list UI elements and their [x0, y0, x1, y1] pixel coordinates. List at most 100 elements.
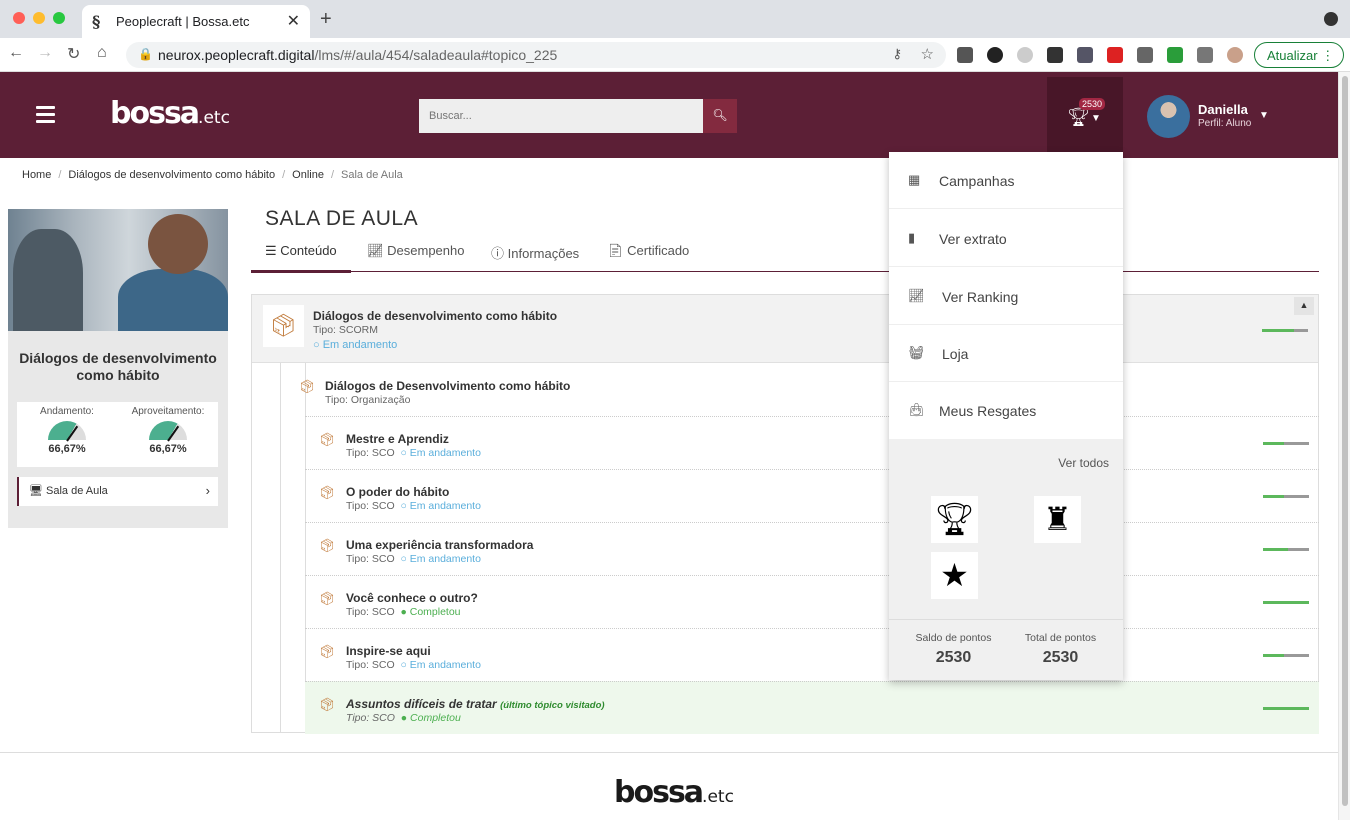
progress-bar: [1263, 442, 1309, 445]
scrollbar[interactable]: [1338, 72, 1350, 820]
user-role: Perfil: Aluno: [1198, 118, 1252, 129]
browser-tab-bar: § Peoplecraft | Bossa.etc ✕ +: [0, 0, 1350, 38]
certificate-icon: 📄︎: [607, 243, 624, 258]
reload-icon[interactable]: ↻: [67, 44, 80, 64]
breadcrumb-course[interactable]: Diálogos de desenvolvimento como hábito: [68, 169, 275, 181]
address-bar-row: ← → ↻ ⌂ 🔒 neurox.peoplecraft.digital/lms…: [0, 38, 1350, 72]
menu-item-ranking[interactable]: 📈︎ Ver Ranking: [889, 268, 1123, 325]
badges-panel: Ver todos 🏆︎ ♜ ★ Saldo de pontos 2530 To…: [889, 439, 1123, 680]
total-value: 2530: [1042, 649, 1079, 666]
extension-icon[interactable]: [1137, 47, 1153, 63]
course-stats: Andamento: 66,67% Aproveitamento: 66,67%: [17, 402, 218, 467]
back-icon[interactable]: ←: [8, 44, 24, 62]
footer: bossa.etc: [0, 752, 1338, 820]
shopping-bag-icon: 👜︎: [908, 402, 925, 417]
tree-item-row[interactable]: 📦︎ Inspire-se aqui Tipo: SCO ○ Em andament…: [305, 628, 1319, 681]
chevron-up-icon: ▲: [1299, 300, 1309, 310]
search-input[interactable]: [419, 99, 703, 133]
home-icon[interactable]: ⌂: [97, 44, 107, 62]
browser-profile-icon[interactable]: [1324, 12, 1338, 26]
progress-gauge-icon: [48, 421, 86, 440]
avatar-icon[interactable]: [1227, 47, 1243, 63]
cube-icon: 📦︎: [319, 485, 336, 500]
close-tab-icon[interactable]: ✕: [287, 11, 300, 31]
extension-icon[interactable]: [987, 47, 1003, 63]
logo[interactable]: bossa.etc: [110, 96, 230, 131]
content-tabs: ☰ Conteúdo 📈︎ Desempenho ⓘ Informações 📄…: [251, 240, 1319, 273]
tab-performance[interactable]: 📈︎ Desempenho: [367, 243, 464, 259]
menu-item-store[interactable]: 🧺︎ Loja: [889, 325, 1123, 382]
update-button[interactable]: Atualizar ⋮: [1254, 42, 1344, 68]
tree-item-row[interactable]: 📦︎ O poder do hábito Tipo: SCO ○ Em andame…: [305, 469, 1319, 522]
breadcrumb-home[interactable]: Home: [22, 169, 51, 181]
file-icon: ▮: [908, 230, 916, 245]
star-trophy-icon[interactable]: ♜: [1034, 496, 1081, 543]
breadcrumb-online[interactable]: Online: [292, 169, 324, 181]
collapse-button[interactable]: ▲: [1294, 297, 1314, 315]
score-stat: Aproveitamento: 66,67%: [131, 406, 205, 455]
tree-item-row[interactable]: 📦︎ Mestre e Aprendiz Tipo: SCO ○ Em andame…: [305, 416, 1319, 469]
browser-tab[interactable]: § Peoplecraft | Bossa.etc ✕: [82, 5, 310, 38]
tree-org-row[interactable]: 📦︎ Diálogos de Desenvolvimento como hábi…: [281, 363, 1318, 416]
caret-down-icon[interactable]: ▼: [1259, 110, 1269, 121]
points-menu-toggle[interactable]: 🏆︎ 2530 ▼: [1047, 77, 1123, 158]
progress-bar: [1263, 707, 1309, 710]
info-icon: ⓘ: [491, 246, 505, 261]
tree-item-row[interactable]: 📦︎ Uma experiência transformadora Tipo: SC…: [305, 522, 1319, 575]
star-icon[interactable]: ★: [931, 552, 978, 599]
extension-icon[interactable]: [957, 47, 973, 63]
maximize-window-button[interactable]: [53, 12, 65, 24]
forward-icon[interactable]: →: [37, 44, 53, 62]
course-title: Diálogos de desenvolvimento como hábito: [19, 350, 217, 383]
extension-icon[interactable]: [1047, 47, 1063, 63]
url-field[interactable]: 🔒 neurox.peoplecraft.digital/lms/#/aula/…: [126, 42, 946, 68]
minimize-window-button[interactable]: [33, 12, 45, 24]
new-tab-icon[interactable]: +: [320, 8, 332, 31]
tree-item-row[interactable]: 📦︎ Você conhece o outro? Tipo: SCO ● Compl…: [305, 575, 1319, 628]
bookmark-star-icon[interactable]: ☆: [921, 45, 934, 63]
cube-icon: 📦︎: [299, 379, 316, 394]
extension-icon[interactable]: [1077, 47, 1093, 63]
trophy-icon: 🏆︎: [1067, 107, 1090, 127]
basket-icon: 🧺︎: [908, 345, 925, 360]
grid-icon: ▦: [908, 172, 921, 187]
tree-root-row[interactable]: 📦︎ Diálogos de desenvolvimento como hábi…: [252, 295, 1318, 363]
caret-down-icon: ▼: [1091, 113, 1101, 124]
tab-content[interactable]: ☰ Conteúdo: [251, 243, 351, 273]
download-icon[interactable]: [1167, 47, 1183, 63]
user-name[interactable]: Daniella: [1198, 102, 1248, 117]
cube-icon: 📦︎: [319, 432, 336, 447]
breadcrumb: Home / Diálogos de desenvolvimento como há…: [22, 169, 403, 181]
search-button[interactable]: 🔍︎: [703, 99, 737, 133]
progress-bar: [1263, 654, 1309, 657]
tab-info[interactable]: ⓘ Informações: [491, 243, 579, 262]
classroom-link[interactable]: 🖥︎ Sala de Aula ›: [17, 477, 218, 506]
menu-item-rewards[interactable]: 👜︎ Meus Resgates: [889, 382, 1123, 439]
balance-value: 2530: [935, 649, 972, 666]
menu-item-statement[interactable]: ▮ Ver extrato: [889, 210, 1123, 267]
extension-icon[interactable]: [1017, 47, 1033, 63]
tree-item-row[interactable]: 📦︎ Assuntos difíceis de tratar (último tó…: [305, 681, 1319, 734]
extension-icon[interactable]: [1107, 47, 1123, 63]
package-icon: 📦︎: [263, 305, 304, 347]
status-badge: ○ Em andamento: [400, 553, 481, 565]
line-chart-icon: 📈︎: [908, 288, 925, 303]
points-badge: 2530: [1079, 98, 1106, 110]
key-icon[interactable]: ⚷: [892, 46, 902, 62]
menu-item-campaigns[interactable]: ▦ Campanhas: [889, 152, 1123, 209]
avatar[interactable]: [1147, 95, 1190, 138]
tab-certificate[interactable]: 📄︎ Certificado: [607, 243, 689, 259]
trophy-icon[interactable]: 🏆︎: [931, 496, 978, 543]
status-badge: ○ Em andamento: [400, 500, 481, 512]
score-gauge-icon: [149, 421, 187, 440]
see-all-link[interactable]: Ver todos: [1058, 456, 1109, 470]
url-host: neurox.peoplecraft.digital: [158, 47, 315, 63]
search-icon: 🔍︎: [712, 108, 728, 122]
close-window-button[interactable]: [13, 12, 25, 24]
progress-bar: [1263, 548, 1309, 551]
menu-icon[interactable]: [36, 106, 55, 127]
progress-bar: [1262, 329, 1308, 332]
chevron-right-icon: ›: [205, 483, 210, 498]
cube-icon: 📦︎: [319, 644, 336, 659]
puzzle-icon[interactable]: [1197, 47, 1213, 63]
